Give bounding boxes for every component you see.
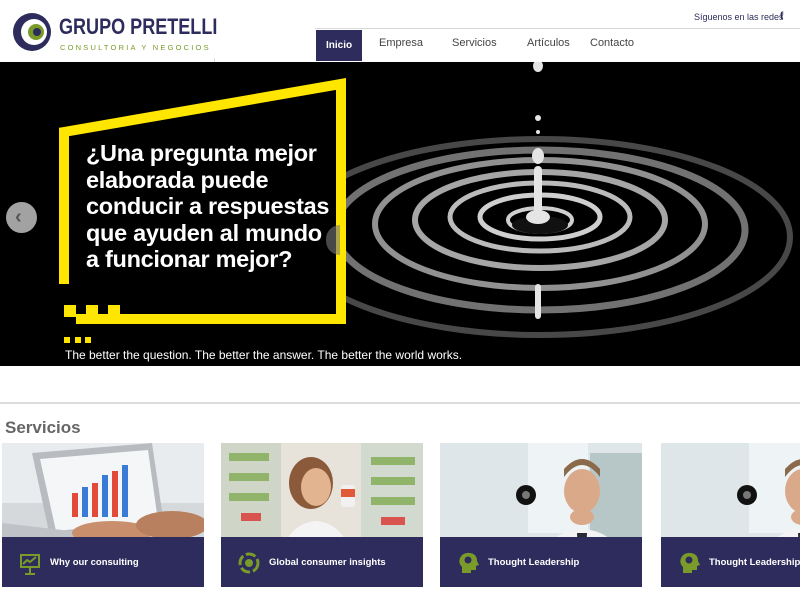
cycle-icon [238,552,260,574]
site-header: GRUPO PRETELLI CONSULTORIA Y NEGOCIOS Sí… [0,0,800,62]
service-card-consulting[interactable]: Why our consulting [2,443,204,587]
idea-head-icon [459,552,479,573]
nav-divider-line [315,28,800,29]
hero-slider[interactable]: ¿Una pregunta mejor elaborada puede cond… [0,62,800,366]
card-label: Thought Leadership [709,557,800,568]
brand-tagline: CONSULTORIA Y NEGOCIOS [60,43,211,52]
nav-item-empresa[interactable]: Empresa [379,37,423,49]
facebook-icon[interactable]: f [780,11,783,22]
hero-question: ¿Una pregunta mejor elaborada puede cond… [86,140,330,272]
card-label: Thought Leadership [488,557,580,568]
section-divider [0,402,800,404]
brand-name[interactable]: GRUPO PRETELLI [59,14,217,40]
social-follow-label: Síguenos en las redes [694,12,784,22]
service-card-thought-leadership-2[interactable]: Thought Leadership [661,443,800,587]
hero-tagline: The better the question. The better the … [65,348,463,362]
service-card-thought-leadership[interactable]: Thought Leadership [440,443,642,587]
card-label: Global consumer insights [269,557,386,568]
nav-item-servicios[interactable]: Servicios [452,37,497,49]
nav-item-articulos[interactable]: Artículos [527,37,570,49]
slider-prev-button[interactable]: ‹ [6,202,37,233]
nav-item-contacto[interactable]: Contacto [590,37,634,49]
chevron-left-icon: ‹ [15,206,22,228]
service-card-consumer-insights[interactable]: Global consumer insights [221,443,423,587]
card-label: Why our consulting [50,557,139,568]
brand-logo-icon[interactable] [12,12,52,52]
services-title: Servicios [5,418,81,437]
nav-item-inicio[interactable]: Inicio [316,30,363,61]
idea-head-icon [680,552,700,573]
presentation-chart-icon [20,554,40,575]
